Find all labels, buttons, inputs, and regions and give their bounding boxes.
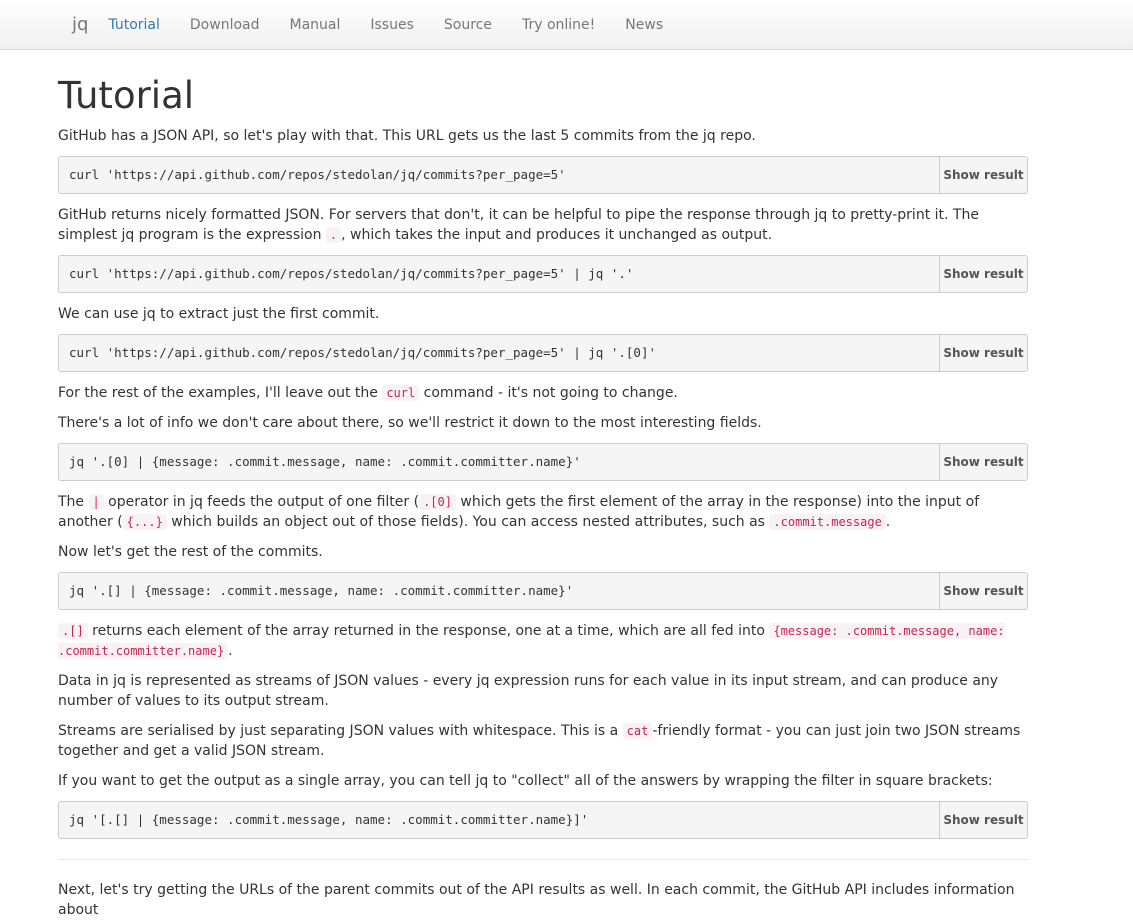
paragraph: There's a lot of info we don't care abou… bbox=[58, 415, 762, 431]
paragraph: Streams are serialised by just separatin… bbox=[58, 723, 1021, 759]
example-command: jq '.[] | {message: .commit.message, nam… bbox=[69, 583, 574, 598]
example-command: jq '[.[] | {message: .commit.message, na… bbox=[69, 812, 589, 827]
nav-news[interactable]: News bbox=[625, 17, 663, 33]
section-divider bbox=[58, 859, 1028, 860]
paragraph: If you want to get the output as a singl… bbox=[58, 773, 993, 789]
example-command: curl 'https://api.github.com/repos/stedo… bbox=[69, 345, 656, 360]
example-box-5: jq '.[] | {message: .commit.message, nam… bbox=[58, 572, 1028, 610]
intro-paragraph: GitHub has a JSON API, so let's play wit… bbox=[58, 128, 756, 144]
example-command: jq '.[0] | {message: .commit.message, na… bbox=[69, 454, 581, 469]
inline-code: . bbox=[325, 227, 342, 243]
paragraph: The | operator in jq feeds the output of… bbox=[58, 494, 980, 530]
paragraph: Now let's get the rest of the commits. bbox=[58, 544, 323, 560]
show-result-button[interactable]: Show result bbox=[939, 444, 1027, 480]
main-content: Tutorial GitHub has a JSON API, so let's… bbox=[58, 50, 1028, 918]
paragraph: .[] returns each element of the array re… bbox=[58, 623, 1005, 659]
paragraph: GitHub returns nicely formatted JSON. Fo… bbox=[58, 207, 979, 243]
nav-source[interactable]: Source bbox=[444, 17, 492, 33]
example-command: curl 'https://api.github.com/repos/stedo… bbox=[69, 266, 634, 281]
example-box-2: curl 'https://api.github.com/repos/stedo… bbox=[58, 255, 1028, 293]
example-box-1: curl 'https://api.github.com/repos/stedo… bbox=[58, 156, 1028, 194]
example-box-4: jq '.[0] | {message: .commit.message, na… bbox=[58, 443, 1028, 481]
top-navbar: jq Tutorial Download Manual Issues Sourc… bbox=[0, 0, 1133, 50]
show-result-button[interactable]: Show result bbox=[939, 157, 1027, 193]
example-box-3: curl 'https://api.github.com/repos/stedo… bbox=[58, 334, 1028, 372]
page-title: Tutorial bbox=[58, 74, 195, 117]
paragraph: We can use jq to extract just the first … bbox=[58, 306, 380, 322]
nav-tutorial[interactable]: Tutorial bbox=[108, 17, 159, 33]
nav-manual[interactable]: Manual bbox=[290, 17, 341, 33]
show-result-button[interactable]: Show result bbox=[939, 573, 1027, 609]
paragraph: Data in jq is represented as streams of … bbox=[58, 673, 999, 709]
nav-issues[interactable]: Issues bbox=[370, 17, 414, 33]
show-result-button[interactable]: Show result bbox=[939, 256, 1027, 292]
inline-code: .[] bbox=[58, 623, 88, 639]
nav-try-online[interactable]: Try online! bbox=[522, 17, 595, 33]
paragraph: Next, let's try getting the URLs of the … bbox=[58, 882, 1015, 918]
show-result-button[interactable]: Show result bbox=[939, 802, 1027, 838]
brand-logo[interactable]: jq bbox=[72, 14, 88, 35]
inline-code: | bbox=[88, 494, 104, 510]
inline-code: .commit.message bbox=[769, 514, 886, 530]
example-box-6: jq '[.[] | {message: .commit.message, na… bbox=[58, 801, 1028, 839]
inline-code: cat bbox=[622, 723, 653, 739]
show-result-button[interactable]: Show result bbox=[939, 335, 1027, 371]
paragraph: For the rest of the examples, I'll leave… bbox=[58, 385, 678, 401]
inline-code: .[0] bbox=[419, 494, 456, 510]
nav-download[interactable]: Download bbox=[190, 17, 260, 33]
inline-code: curl bbox=[382, 385, 420, 401]
inline-code: {...} bbox=[122, 514, 167, 530]
example-command: curl 'https://api.github.com/repos/stedo… bbox=[69, 167, 566, 182]
